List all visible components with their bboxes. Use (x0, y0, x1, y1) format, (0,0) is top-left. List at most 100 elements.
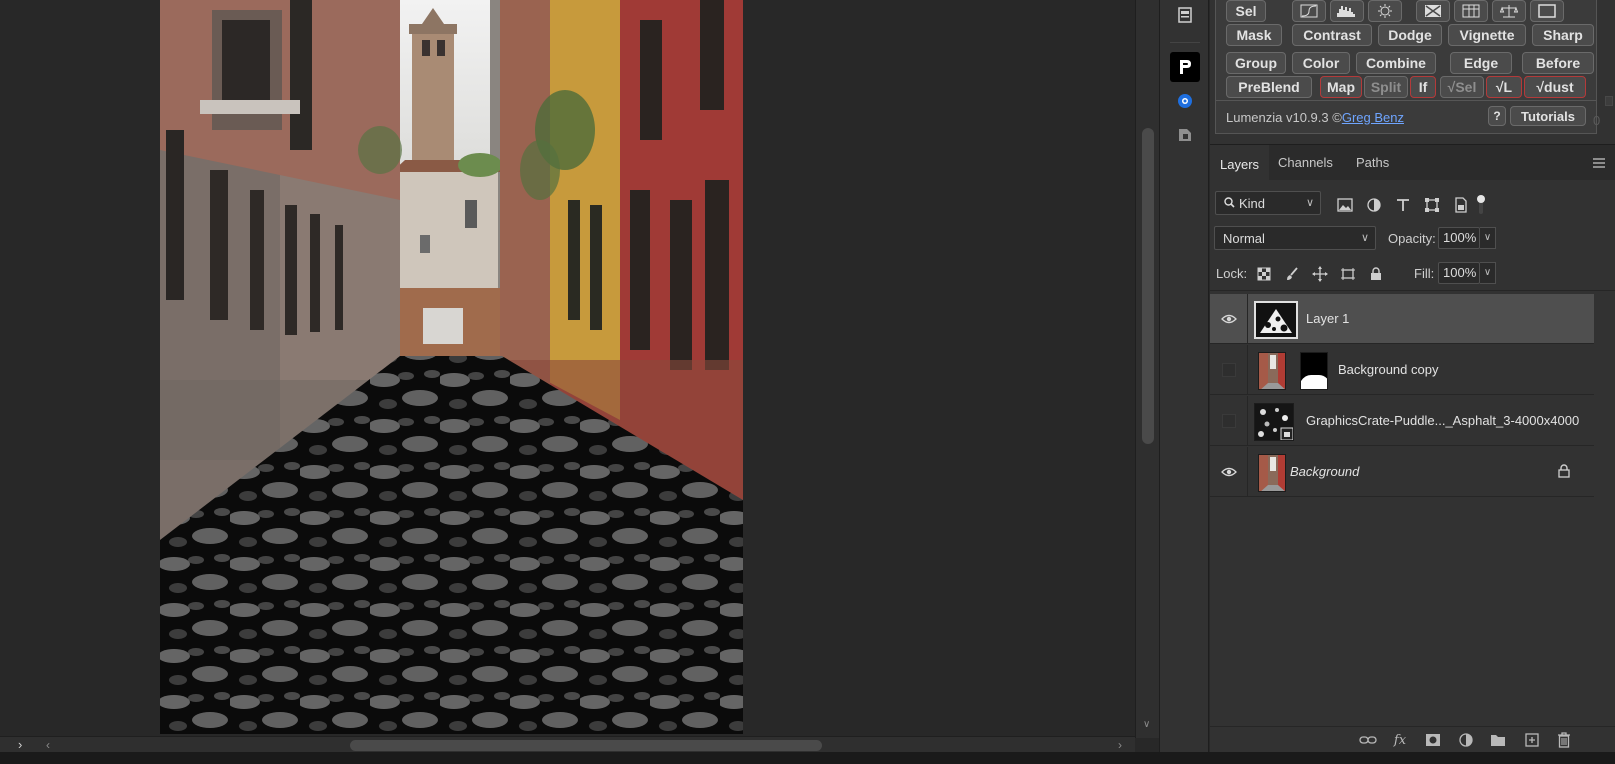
lumenzia-plugin-icon[interactable] (1170, 52, 1200, 82)
venice-alley-image (160, 0, 743, 734)
fill-chevron-icon[interactable]: ∨ (1480, 262, 1496, 284)
link-layers-icon[interactable] (1358, 732, 1378, 748)
hidden-box-icon (1221, 414, 1236, 428)
visibility-toggle[interactable] (1210, 294, 1248, 344)
preblend-button[interactable]: PreBlend (1226, 76, 1312, 98)
canvas-area[interactable] (0, 0, 1135, 738)
visibility-toggle[interactable] (1210, 345, 1248, 395)
trash-icon[interactable] (1554, 732, 1574, 748)
group-button[interactable]: Group (1226, 52, 1286, 74)
new-layer-icon[interactable] (1522, 732, 1542, 748)
horizontal-scroll-thumb[interactable] (350, 740, 822, 751)
document-image[interactable] (160, 0, 743, 734)
smart-object-filter-icon[interactable] (1452, 196, 1470, 214)
panel-menu-icon[interactable] (1593, 157, 1605, 171)
add-mask-icon[interactable] (1423, 732, 1443, 748)
layer-row-background[interactable]: Background (1210, 447, 1594, 497)
scroll-down-arrow-icon[interactable]: ∨ (1143, 719, 1150, 730)
eye-plugin-icon[interactable] (1170, 86, 1200, 116)
split-button[interactable]: Split (1364, 76, 1408, 98)
expand-panel-icon[interactable]: › (18, 737, 22, 752)
filter-toggle-icon[interactable] (1472, 195, 1490, 214)
dodge-button[interactable]: Dodge (1378, 24, 1442, 46)
layer-thumbnail[interactable] (1254, 301, 1298, 339)
sel-button[interactable]: Sel (1226, 0, 1266, 22)
vignette-button[interactable]: Vignette (1448, 24, 1526, 46)
fill-input[interactable]: 100% (1438, 262, 1480, 284)
type-layer-filter-icon[interactable] (1394, 196, 1412, 214)
pixel-layer-filter-icon[interactable] (1336, 196, 1354, 214)
lock-image-pixels-icon[interactable] (1282, 264, 1302, 284)
shape-layer-filter-icon[interactable] (1423, 196, 1441, 214)
balance-icon-button[interactable] (1492, 0, 1526, 22)
layer-name[interactable]: Layer 1 (1306, 311, 1349, 326)
filter-kind-label: Kind (1239, 195, 1266, 211)
filter-kind-dropdown[interactable]: Kind ∨ (1215, 191, 1321, 215)
visibility-toggle[interactable] (1210, 396, 1248, 446)
layer-thumbnail[interactable] (1258, 454, 1286, 492)
panel-icon-strip (1159, 0, 1209, 752)
horizontal-scrollbar[interactable]: ‹ › (0, 736, 1135, 752)
properties-icon[interactable] (1170, 0, 1200, 30)
libraries-icon[interactable] (1170, 120, 1200, 150)
before-button[interactable]: Before (1522, 52, 1594, 74)
vertical-scrollbar[interactable]: ∨ (1135, 0, 1159, 738)
layer-thumbnail[interactable] (1254, 403, 1294, 441)
sharp-button[interactable]: Sharp (1532, 24, 1594, 46)
lumenzia-divider (1216, 100, 1596, 101)
blend-mode-dropdown[interactable]: Normal ∨ (1214, 226, 1376, 250)
combine-button[interactable]: Combine (1356, 52, 1436, 74)
adjustment-layer-filter-icon[interactable] (1365, 196, 1383, 214)
check-dust-button[interactable]: √dust (1524, 76, 1586, 98)
lock-transparent-pixels-icon[interactable] (1254, 264, 1274, 284)
layer-row-background-copy[interactable]: Background copy (1210, 345, 1594, 395)
lumenzia-scrollbar[interactable] (1604, 0, 1614, 110)
tab-channels[interactable]: Channels (1268, 145, 1343, 181)
opacity-input[interactable]: 100% (1438, 227, 1480, 249)
opacity-chevron-icon[interactable]: ∨ (1480, 227, 1496, 249)
lumenzia-version: Lumenzia v10.9.3 ©Greg Benz (1226, 110, 1404, 125)
new-group-folder-icon[interactable] (1488, 732, 1508, 748)
vertical-scroll-thumb[interactable] (1142, 128, 1154, 444)
grid-icon-button[interactable] (1454, 0, 1488, 22)
histogram-icon-button[interactable] (1330, 0, 1364, 22)
frame-icon-button[interactable] (1530, 0, 1564, 22)
scroll-left-arrow-icon[interactable]: ‹ (46, 738, 50, 752)
lock-position-icon[interactable] (1310, 264, 1330, 284)
tab-paths[interactable]: Paths (1346, 145, 1399, 181)
tab-layers[interactable]: Layers (1210, 145, 1270, 181)
layer-name[interactable]: Background copy (1338, 362, 1438, 377)
layer-thumbnail[interactable] (1258, 352, 1286, 390)
new-adjustment-layer-icon[interactable] (1456, 732, 1476, 748)
author-link[interactable]: Greg Benz (1342, 110, 1404, 125)
curves-icon-button[interactable] (1292, 0, 1326, 22)
check-l-button[interactable]: √L (1486, 76, 1522, 98)
check-sel-button[interactable]: √Sel (1440, 76, 1484, 98)
help-button[interactable]: ? (1488, 106, 1506, 126)
opacity-label: Opacity: (1388, 231, 1436, 246)
layer-row-layer-1[interactable]: Layer 1 (1210, 294, 1594, 344)
contrast-button[interactable]: Contrast (1292, 24, 1372, 46)
lumenzia-scroll-thumb[interactable] (1605, 96, 1613, 106)
layer-name[interactable]: GraphicsCrate-Puddle..._Asphalt_3-4000x4… (1306, 413, 1579, 428)
color-button[interactable]: Color (1292, 52, 1350, 74)
lock-all-icon[interactable] (1366, 264, 1386, 284)
map-button[interactable]: Map (1320, 76, 1362, 98)
lock-label: Lock: (1216, 266, 1248, 281)
scroll-right-arrow-icon[interactable]: › (1118, 738, 1122, 752)
layer-name[interactable]: Background (1290, 464, 1359, 479)
mask-button[interactable]: Mask (1226, 24, 1282, 46)
if-button[interactable]: If (1410, 76, 1436, 98)
layer-styles-fx-icon[interactable]: fx (1390, 732, 1410, 748)
visibility-toggle[interactable] (1210, 447, 1248, 497)
status-bar (0, 752, 1615, 764)
lock-artboard-icon[interactable] (1338, 264, 1358, 284)
cross-mask-icon-button[interactable] (1416, 0, 1450, 22)
layer-row-graphicscrate[interactable]: GraphicsCrate-Puddle..._Asphalt_3-4000x4… (1210, 396, 1594, 446)
brightness-icon-button[interactable] (1368, 0, 1402, 22)
tutorials-button[interactable]: Tutorials (1510, 106, 1586, 126)
right-panel: Sel Mask Contrast Dodge Vignette Sharp G… (1210, 0, 1615, 752)
layer-mask-thumbnail[interactable] (1300, 352, 1328, 390)
layers-panel-tabs: Layers Channels Paths (1210, 144, 1615, 181)
edge-button[interactable]: Edge (1450, 52, 1512, 74)
